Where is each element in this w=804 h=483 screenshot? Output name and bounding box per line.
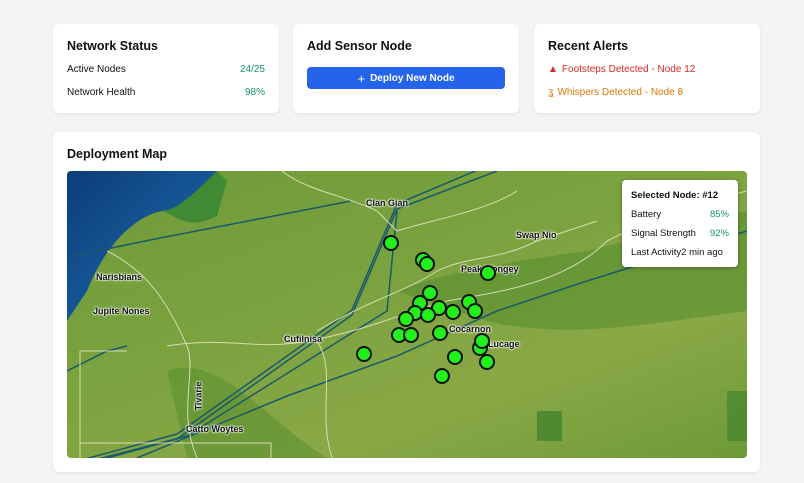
place-label: Jupite Nones: [93, 306, 150, 316]
deployment-map[interactable]: Clan Gian Swap Nio Narisbians Peak Monge…: [67, 171, 747, 458]
sensor-node-marker[interactable]: [432, 325, 448, 341]
ear-icon: ʓ: [548, 87, 554, 98]
battery-label: Battery: [631, 209, 662, 220]
sensor-node-marker[interactable]: [474, 333, 490, 349]
selected-node-popup: Selected Node: #12 Battery 85% Signal Str…: [622, 180, 738, 267]
sensor-node-marker[interactable]: [356, 346, 372, 362]
sensor-node-marker[interactable]: [383, 235, 399, 251]
place-label: Cufilnisa: [284, 334, 323, 344]
popup-title: Selected Node: #12: [631, 190, 719, 201]
add-sensor-title: Add Sensor Node: [307, 39, 412, 53]
deploy-node-label: Deploy New Node: [370, 72, 455, 84]
warning-triangle-icon: ▲: [548, 64, 558, 75]
sensor-node-marker[interactable]: [447, 349, 463, 365]
recent-alerts-title: Recent Alerts: [548, 39, 629, 53]
add-sensor-card: Add Sensor Node + Deploy New Node: [293, 24, 519, 113]
deploy-node-button[interactable]: + Deploy New Node: [307, 67, 505, 89]
plus-icon: +: [357, 70, 366, 86]
alert-item[interactable]: ▲ Footsteps Detected - Node 12: [548, 64, 695, 75]
alert-text: Footsteps Detected - Node 12: [561, 64, 696, 75]
network-status-card: Network Status Active Nodes 24/25 Network…: [53, 24, 279, 113]
sensor-node-marker[interactable]: [434, 368, 450, 384]
place-label: Narisbians: [96, 272, 143, 282]
place-label: Tivarie: [193, 381, 204, 411]
battery-value: 85%: [709, 209, 729, 220]
sensor-node-marker[interactable]: [420, 307, 436, 323]
activity-value: 2 min ago: [681, 247, 723, 258]
network-status-title: Network Status: [67, 39, 158, 53]
recent-alerts-card: Recent Alerts ▲ Footsteps Detected - Node…: [534, 24, 760, 113]
network-health-value: 98%: [244, 87, 265, 98]
active-nodes-label: Active Nodes: [67, 64, 126, 75]
sensor-node-marker[interactable]: [480, 265, 496, 281]
activity-label: Last Activity: [631, 247, 682, 258]
sensor-node-marker[interactable]: [419, 256, 435, 272]
place-label: Lucage: [488, 339, 520, 349]
sensor-node-marker[interactable]: [467, 303, 483, 319]
sensor-node-marker[interactable]: [398, 311, 414, 327]
alert-item[interactable]: ʓ Whispers Detected - Node 8: [548, 87, 683, 98]
sensor-node-marker[interactable]: [445, 304, 461, 320]
active-nodes-value: 24/25: [239, 64, 265, 75]
place-label: Swap Nio: [516, 230, 557, 240]
deployment-map-card: Deployment Map Clan Gian Swap Nio Narisb…: [53, 132, 760, 472]
sensor-node-marker[interactable]: [403, 327, 419, 343]
place-label: Catto Woytes: [186, 424, 244, 434]
alert-text: Whispers Detected - Node 8: [557, 87, 684, 98]
network-health-label: Network Health: [67, 87, 136, 98]
signal-label: Signal Strength: [631, 228, 696, 239]
deployment-map-title: Deployment Map: [67, 147, 168, 161]
sensor-node-marker[interactable]: [479, 354, 495, 370]
signal-value: 92%: [709, 228, 729, 239]
place-label: Clan Gian: [366, 198, 409, 208]
